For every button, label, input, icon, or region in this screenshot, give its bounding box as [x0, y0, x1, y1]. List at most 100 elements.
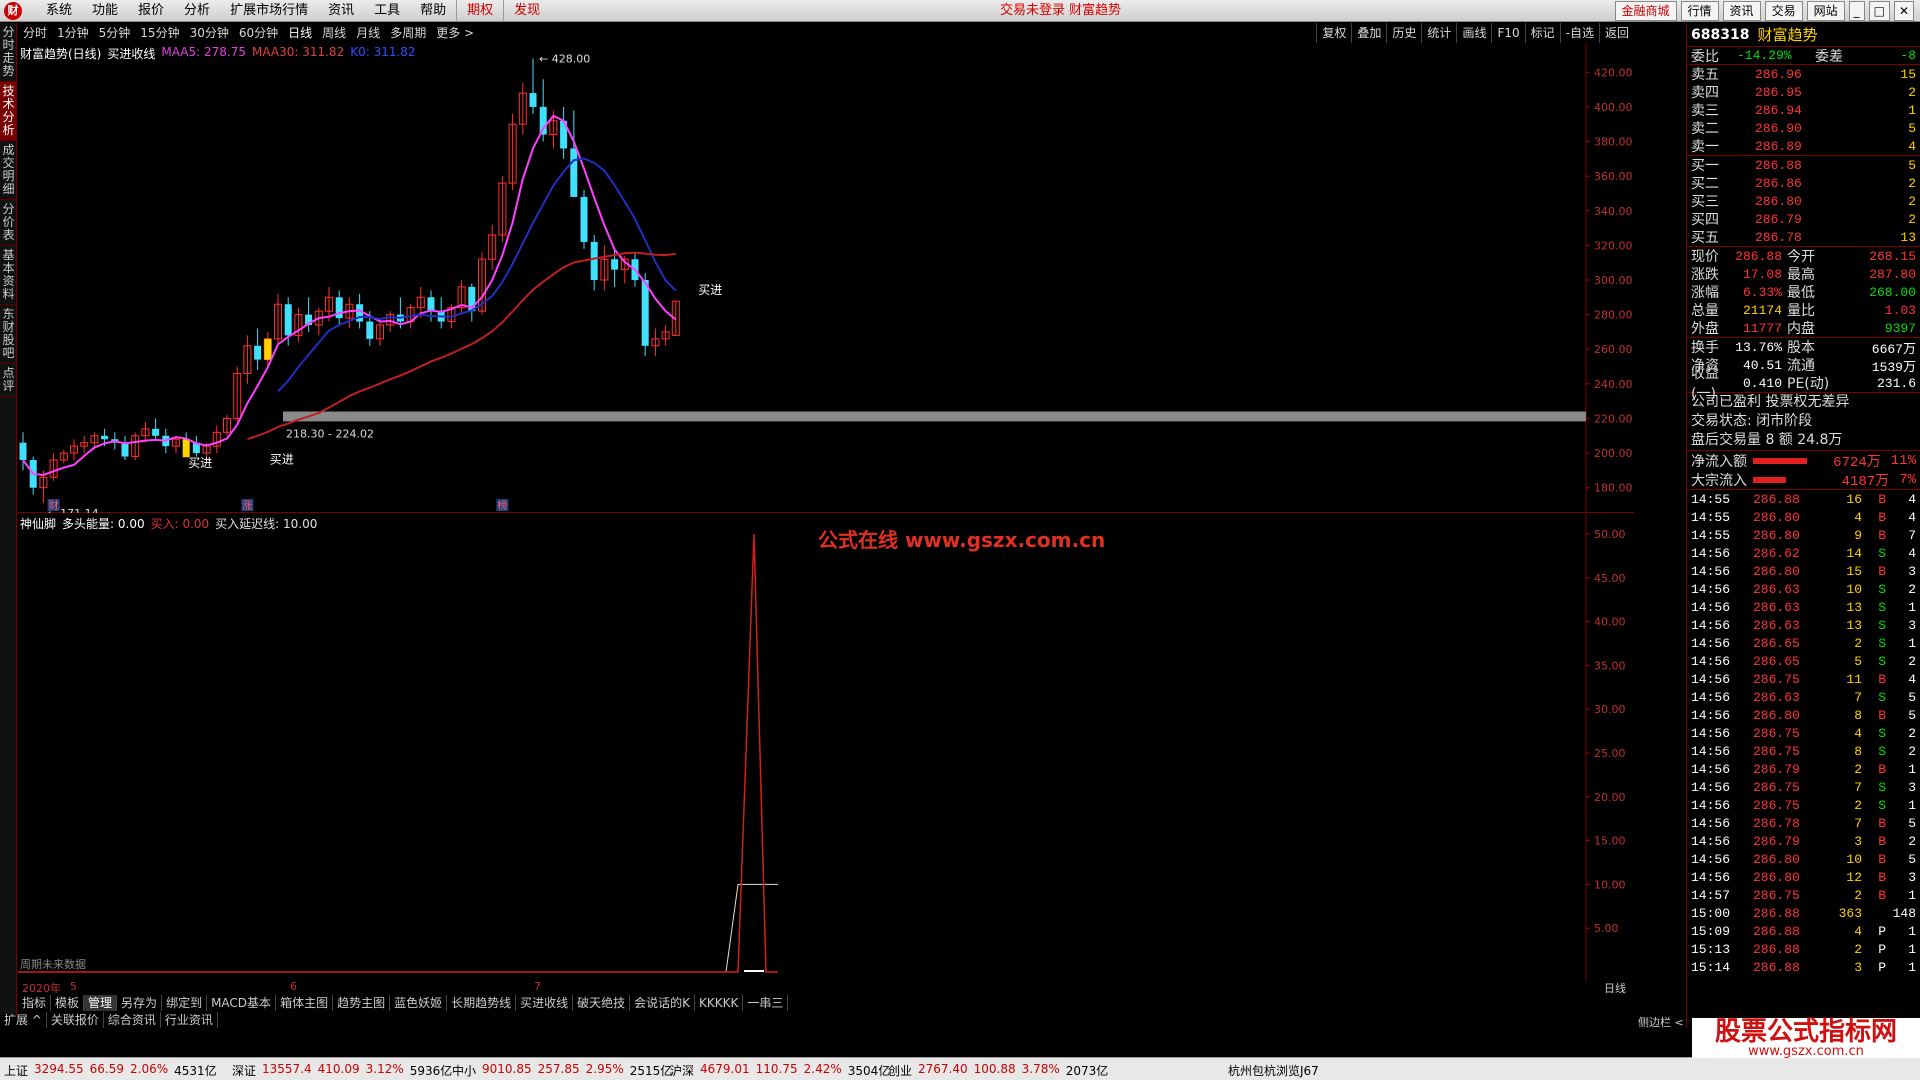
news-button[interactable]: 资讯 — [1722, 1, 1761, 21]
menu-system[interactable]: 系统 — [36, 0, 82, 22]
tab-indicator[interactable]: 指标 — [18, 995, 52, 1011]
tab-forum[interactable]: 东财股吧 — [0, 305, 17, 364]
tool-draw-line[interactable]: 画线 — [1456, 23, 1491, 43]
buy-row[interactable]: 买一 286.88 5 — [1687, 156, 1920, 175]
sell-row[interactable]: 卖一 286.89 4 — [1687, 137, 1920, 156]
tab-technical-analysis[interactable]: 技术分析 — [0, 82, 17, 141]
expand-button[interactable]: 扩展 ^ — [0, 1012, 47, 1028]
indicator-chart-panel[interactable]: 神仙脚 多头能量: 0.00 买入: 0.00 买入延迟线: 10.00 公式在… — [18, 514, 1634, 980]
tool-back[interactable]: 返回 — [1598, 23, 1634, 43]
general-news-tab[interactable]: 综合资讯 — [104, 1012, 161, 1028]
tab-talking-k[interactable]: 会说话的K — [630, 995, 696, 1011]
tab-bind-to[interactable]: 绑定到 — [162, 995, 208, 1011]
tick-row: 14:56 286.80 12 B 3 — [1687, 868, 1920, 886]
tab-buy-close[interactable]: 买进收线 — [516, 995, 574, 1011]
quote-row: 涨跌 17.08 最高 287.80 — [1687, 265, 1920, 284]
period-15min[interactable]: 15分钟 — [135, 23, 184, 43]
minimize-icon[interactable]: _ — [1848, 1, 1865, 21]
tool-restore-rights[interactable]: 复权 — [1316, 23, 1351, 43]
y-tick-label: 340.00 — [1594, 205, 1633, 218]
sell-row[interactable]: 卖五 286.96 15 — [1687, 65, 1920, 84]
index-item[interactable]: 深证 13557.4 410.09 3.12% 5936亿 — [232, 1062, 452, 1079]
maximize-icon[interactable]: □ — [1868, 1, 1890, 21]
tool-f10[interactable]: F10 — [1491, 23, 1524, 43]
candle-body — [101, 435, 109, 440]
index-percent: 2.06% — [130, 1062, 169, 1076]
tab-basic-info[interactable]: 基本资料 — [0, 246, 17, 305]
buy-row[interactable]: 买四 286.79 2 — [1687, 210, 1920, 229]
index-item[interactable]: 上证 3294.55 66.59 2.06% 4531亿 — [4, 1062, 217, 1079]
tab-template[interactable]: 模板 — [51, 995, 85, 1011]
period-weekly[interactable]: 周线 — [317, 23, 351, 43]
tick-list[interactable]: 14:55 286.88 16 B 4 14:55 286.80 4 B 4 14:55 286.80… — [1687, 490, 1920, 976]
tool-history[interactable]: 历史 — [1386, 23, 1421, 43]
close-icon[interactable]: ✕ — [1893, 1, 1914, 21]
trade-button[interactable]: 交易 — [1764, 1, 1803, 21]
period-more[interactable]: 更多 > — [431, 23, 479, 43]
industry-news-tab[interactable]: 行业资讯 — [161, 1012, 218, 1028]
website-button[interactable]: 网站 — [1806, 1, 1845, 21]
y-tick-label: 260.00 — [1594, 343, 1633, 356]
top-right-buttons: 金融商城 行情 资讯 交易 网站 _ □ ✕ — [1614, 1, 1914, 21]
tick-volume: 4 — [1854, 923, 1862, 939]
tool-mark[interactable]: 标记 — [1524, 23, 1560, 43]
buy-row[interactable]: 买五 286.78 13 — [1687, 228, 1920, 247]
sell-row[interactable]: 卖四 286.95 2 — [1687, 83, 1920, 102]
sell-row[interactable]: 卖三 286.94 1 — [1687, 101, 1920, 120]
tab-trend-main[interactable]: 趋势主图 — [333, 995, 391, 1011]
related-quote-tab[interactable]: 关联报价 — [47, 1012, 104, 1028]
stock-code: 688318 — [1691, 26, 1750, 43]
buy-row[interactable]: 买二 286.86 2 — [1687, 174, 1920, 193]
tab-sky-breaker[interactable]: 破天绝技 — [573, 995, 631, 1011]
period-daily[interactable]: 日线 — [283, 23, 317, 43]
tab-intraday[interactable]: 分时走势 — [0, 23, 17, 82]
market-button[interactable]: 行情 — [1680, 1, 1719, 21]
buy-row[interactable]: 买三 286.80 2 — [1687, 192, 1920, 211]
menu-options[interactable]: 期权 — [456, 0, 503, 22]
indicator-name[interactable]: 买进收线 — [107, 45, 155, 62]
period-monthly[interactable]: 月线 — [351, 23, 385, 43]
quote-value: 1.03 — [1884, 302, 1916, 318]
index-item[interactable]: 沪深 4679.01 110.75 2.42% 3504亿 — [670, 1062, 890, 1079]
financial-mall-button[interactable]: 金融商城 — [1614, 1, 1677, 21]
tick-row: 14:56 286.80 10 B 5 — [1687, 850, 1920, 868]
candle-body — [254, 345, 262, 360]
menu-quote[interactable]: 报价 — [128, 0, 174, 22]
tab-box-main[interactable]: 箱体主图 — [276, 995, 334, 1011]
tab-comment[interactable]: 点评 — [0, 364, 17, 397]
menu-function[interactable]: 功能 — [82, 0, 128, 22]
menu-analysis[interactable]: 分析 — [174, 0, 220, 22]
period-1min[interactable]: 1分钟 — [52, 23, 94, 43]
tab-blue-enchantress[interactable]: 蓝色妖姬 — [390, 995, 448, 1011]
tab-trade-details[interactable]: 成交明细 — [0, 141, 17, 200]
tab-price-table[interactable]: 分价表 — [0, 200, 17, 246]
menu-extended-market[interactable]: 扩展市场行情 — [220, 0, 318, 22]
tool-watchlist[interactable]: -自选 — [1559, 23, 1599, 43]
main-chart-panel[interactable]: 财富趋势(日线) 买进收线 MAA5: 278.75 MAA30: 311.82… — [18, 43, 1634, 520]
support-band — [283, 411, 1586, 422]
period-intraday[interactable]: 分时 — [18, 23, 52, 43]
menu-tools[interactable]: 工具 — [364, 0, 410, 22]
tab-save-as[interactable]: 另存为 — [117, 995, 163, 1011]
menu-help[interactable]: 帮助 — [410, 0, 456, 22]
tab-long-trend[interactable]: 长期趋势线 — [447, 995, 517, 1011]
index-item[interactable]: 中小 9010.85 257.85 2.95% 2515亿 — [452, 1062, 672, 1079]
period-60min[interactable]: 60分钟 — [234, 23, 283, 43]
tick-count: 1 — [1908, 959, 1916, 975]
menu-news[interactable]: 资讯 — [318, 0, 364, 22]
tab-one-string-three[interactable]: 一串三 — [743, 995, 789, 1011]
sidebar-toggle[interactable]: 侧边栏 < — [1638, 1014, 1684, 1030]
period-5min[interactable]: 5分钟 — [94, 23, 136, 43]
index-item[interactable]: 创业 2767.40 100.88 3.78% 2073亿 — [888, 1062, 1108, 1079]
tool-overlay[interactable]: 叠加 — [1351, 23, 1386, 43]
period-30min[interactable]: 30分钟 — [185, 23, 234, 43]
quote-value: 9397 — [1884, 320, 1916, 336]
menu-discover[interactable]: 发现 — [503, 0, 550, 22]
tab-manage[interactable]: 管理 — [84, 995, 118, 1011]
tool-stats[interactable]: 统计 — [1421, 23, 1456, 43]
sell-row[interactable]: 卖二 286.90 5 — [1687, 119, 1920, 138]
tab-macd[interactable]: MACD基本 — [207, 995, 277, 1011]
tab-kkkkk[interactable]: KKKKK — [695, 995, 744, 1011]
period-multi[interactable]: 多周期 — [385, 23, 431, 43]
candle-body — [19, 442, 27, 460]
